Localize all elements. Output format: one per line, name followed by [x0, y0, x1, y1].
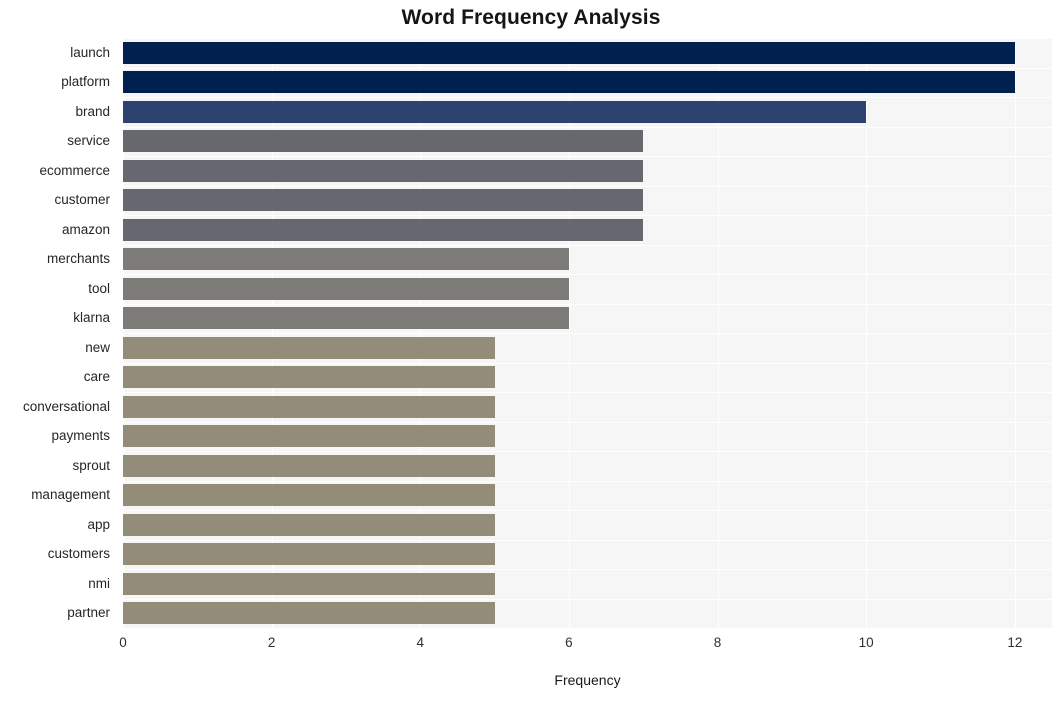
word-frequency-chart: Word Frequency Analysis launch platform br…	[0, 0, 1062, 701]
chart-title: Word Frequency Analysis	[401, 6, 661, 29]
x-axis-tick: 6	[565, 635, 573, 650]
y-axis-label: conversational	[22, 398, 110, 414]
bar	[123, 71, 1015, 94]
y-axis-label: payments	[51, 428, 110, 444]
horizontal-gridline	[123, 628, 1052, 629]
bar	[123, 572, 495, 595]
y-axis-label: brand	[75, 103, 110, 119]
bar	[123, 454, 495, 477]
y-axis-label: customer	[54, 192, 110, 208]
y-axis-label: nmi	[88, 575, 110, 591]
bar	[123, 218, 644, 241]
bar	[123, 336, 495, 359]
bar	[123, 100, 867, 123]
bar	[123, 484, 495, 507]
y-axis-label: launch	[70, 44, 110, 60]
y-axis-label: amazon	[61, 221, 110, 237]
y-axis-label: service	[67, 133, 110, 149]
x-axis-tick: 12	[1007, 635, 1023, 650]
y-axis-label: customers	[47, 546, 110, 562]
y-axis-label: management	[31, 487, 110, 503]
bar	[123, 277, 569, 300]
y-axis-label: klarna	[73, 310, 110, 326]
bar	[123, 395, 495, 418]
x-axis-tick: 10	[858, 635, 874, 650]
bar	[123, 602, 495, 625]
bars-layer	[123, 38, 1052, 628]
bar	[123, 189, 644, 212]
y-axis-labels: launch platform brand service ecommerce custo…	[0, 38, 117, 628]
bar	[123, 425, 495, 448]
y-axis-label: care	[83, 369, 110, 385]
y-axis-label: sprout	[72, 457, 110, 473]
y-axis-label: partner	[67, 605, 110, 621]
y-axis-label: platform	[61, 74, 110, 90]
y-axis-label: new	[85, 339, 110, 355]
y-axis-label: tool	[88, 280, 110, 296]
plot-area	[123, 38, 1052, 629]
bar	[123, 41, 1015, 64]
y-axis-label: app	[87, 516, 110, 532]
bar	[123, 513, 495, 536]
bar	[123, 159, 644, 182]
bar	[123, 248, 569, 271]
bar	[123, 543, 495, 566]
x-axis-tick-labels: 0 2 4 6 8 10 12	[0, 632, 1062, 656]
bar	[123, 307, 569, 330]
y-axis-label: merchants	[46, 251, 110, 267]
bar	[123, 130, 644, 153]
x-axis-tick: 8	[713, 635, 722, 650]
x-axis-tick: 2	[267, 635, 276, 650]
x-axis-tick: 0	[119, 635, 127, 650]
y-axis-label: ecommerce	[39, 162, 110, 178]
x-axis-tick: 4	[416, 635, 425, 650]
x-axis-title: Frequency	[554, 672, 621, 688]
bar	[123, 366, 495, 389]
